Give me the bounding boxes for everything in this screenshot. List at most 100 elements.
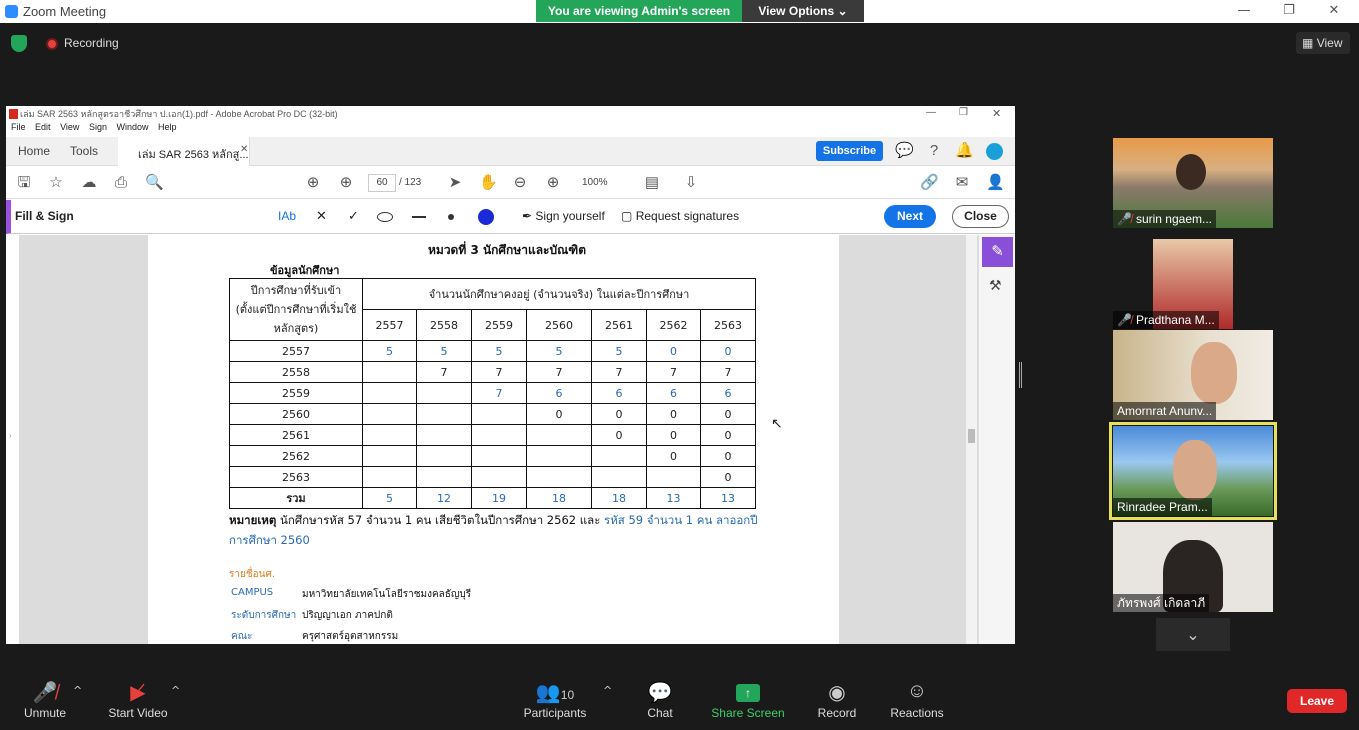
table-cell: 0 <box>646 403 701 425</box>
total-cell: 13 <box>646 487 701 509</box>
record-button[interactable]: ◉ Record <box>792 680 882 720</box>
add-text-icon[interactable]: IAb <box>278 209 296 223</box>
participant-tile[interactable]: Rinradee Pram... <box>1113 426 1273 516</box>
table-cell <box>526 445 592 467</box>
table-cell <box>416 403 472 425</box>
maximize-button[interactable]: ❐ <box>1277 2 1301 20</box>
year-header-cell: 2562 <box>646 309 701 341</box>
comment-icon[interactable]: 💬 <box>895 142 914 160</box>
ellipse-icon[interactable] <box>377 212 393 222</box>
page-down-icon[interactable]: ⊕ <box>337 174 355 192</box>
right-tool-rail: ✎ ⚒ <box>978 235 1015 644</box>
table-cell <box>362 361 417 383</box>
info-value: ครุศาสตร์อุตสาหกรรม <box>302 631 399 642</box>
view-layout-button[interactable]: ▦ View <box>1296 32 1350 54</box>
participant-tile[interactable]: 🎤̸ surin ngaem... <box>1113 138 1273 228</box>
close-fill-sign-button[interactable]: Close <box>952 205 1009 228</box>
header-left-line: หลักสูตร) <box>273 322 319 335</box>
participant-tile[interactable]: 🎤̸ Pradthana M... <box>1113 239 1273 329</box>
video-options-caret-icon[interactable]: ^ <box>171 684 180 697</box>
menu-help[interactable]: Help <box>158 122 177 132</box>
year-header-cell: 2560 <box>526 309 592 341</box>
more-tools-icon[interactable]: ⚒ <box>989 277 1002 294</box>
sign-yourself-button[interactable]: ✒ Sign yourself <box>522 209 605 223</box>
share-screen-icon: ↑ <box>703 680 793 706</box>
vertical-scrollbar[interactable] <box>966 235 977 644</box>
table-cell <box>362 424 417 446</box>
save-icon[interactable]: 🖫 <box>15 174 33 192</box>
zoom-out-icon[interactable]: ⊖ <box>511 174 529 192</box>
menu-edit[interactable]: Edit <box>35 122 51 132</box>
next-button[interactable]: Next <box>884 205 936 228</box>
participants-caret-icon[interactable]: ^ <box>603 684 612 697</box>
help-icon[interactable]: ? <box>925 142 943 160</box>
page-layout-icon[interactable]: ▤ <box>643 174 661 192</box>
request-signatures-button[interactable]: ▢ Request signatures <box>621 209 739 223</box>
bell-icon[interactable]: 🔔 <box>955 142 974 160</box>
participant-tile[interactable]: Amornrat Anunv... <box>1113 330 1273 420</box>
reactions-button[interactable]: ☺ Reactions <box>872 680 962 720</box>
star-icon[interactable]: ☆ <box>47 174 65 192</box>
page-up-icon[interactable]: ⊕ <box>304 174 322 192</box>
zoom-in-icon[interactable]: ⊕ <box>544 174 562 192</box>
scroll-down-chevron-icon[interactable]: ⌄ <box>1156 618 1230 651</box>
security-shield-icon[interactable] <box>11 35 27 52</box>
print-icon[interactable]: ⎙ <box>112 174 130 192</box>
participant-tile[interactable]: ภัทรพงศ์ เกิดลาภี <box>1113 522 1273 612</box>
menu-window[interactable]: Window <box>116 122 148 132</box>
table-cell: 7 <box>471 361 527 383</box>
sign-yourself-label: Sign yourself <box>535 209 605 223</box>
table-cell: 0 <box>646 445 701 467</box>
dot-icon[interactable] <box>448 214 454 220</box>
chapter-title: หมวดที่ 3 นักศึกษาและบัณฑิต <box>428 243 587 257</box>
scroll-thumb[interactable] <box>968 429 975 443</box>
view-options-button[interactable]: View Options ⌄ <box>742 0 864 22</box>
tab-tools[interactable]: Tools <box>70 144 98 158</box>
mail-icon[interactable]: ✉ <box>953 174 971 192</box>
color-picker-icon[interactable] <box>478 209 494 225</box>
cross-mark-icon[interactable]: ✕ <box>316 208 327 224</box>
acrobat-restore-button[interactable]: ❐ <box>959 107 968 118</box>
add-user-icon[interactable]: 👤 <box>986 174 1005 192</box>
tab-document[interactable]: เล่ม SAR 2563 หลักสู... ✕ <box>118 137 250 166</box>
zoom-level-select[interactable]: 100% <box>582 177 608 188</box>
tab-close-icon[interactable]: ✕ <box>240 144 248 155</box>
year-header-cell: 2561 <box>591 309 647 341</box>
table-cell <box>471 424 527 446</box>
share-screen-button[interactable]: ↑ Share Screen <box>703 680 793 720</box>
collapse-left-icon[interactable]: › <box>9 431 12 440</box>
upload-icon[interactable]: ☁ <box>80 174 98 192</box>
record-icon: ◉ <box>828 682 846 704</box>
check-mark-icon[interactable]: ✓ <box>348 208 359 224</box>
select-cursor-icon[interactable]: ➤ <box>446 174 464 192</box>
acrobat-close-button[interactable]: ✕ <box>992 107 1001 120</box>
scroll-mode-icon[interactable]: ⇩ <box>682 174 700 192</box>
avatar[interactable] <box>986 143 1003 160</box>
chat-button[interactable]: 💬 Chat <box>615 680 705 720</box>
document-viewport[interactable]: หมวดที่ 3 นักศึกษาและบัณฑิต ข้อมูลนักศึก… <box>19 235 979 644</box>
row-year-cell: 2559 <box>229 382 363 404</box>
close-window-button[interactable]: ✕ <box>1322 2 1346 20</box>
panel-resize-handle[interactable] <box>1019 362 1022 388</box>
link-icon[interactable]: 🔗 <box>920 174 939 192</box>
leave-button[interactable]: Leave <box>1287 689 1347 713</box>
zoom-search-icon[interactable]: 🔍 <box>145 174 164 192</box>
subscribe-button[interactable]: Subscribe <box>816 141 883 161</box>
hand-tool-icon[interactable]: ✋ <box>479 174 498 192</box>
audio-options-caret-icon[interactable]: ^ <box>73 684 82 697</box>
page-number-input[interactable]: 60 <box>368 174 396 192</box>
muted-mic-icon: 🎤̸ <box>1117 313 1132 327</box>
start-video-button[interactable]: ▶̸ Start Video <box>93 680 183 720</box>
pdf-icon <box>9 109 18 119</box>
tab-home[interactable]: Home <box>18 144 50 158</box>
fill-sign-tool-icon[interactable]: ✎ <box>982 237 1013 267</box>
minimize-button[interactable]: — <box>1232 2 1256 20</box>
menu-file[interactable]: File <box>11 122 26 132</box>
menu-view[interactable]: View <box>60 122 79 132</box>
page-total: / 123 <box>399 177 422 188</box>
participants-button[interactable]: 👥10 Participants <box>510 680 600 720</box>
menu-sign[interactable]: Sign <box>89 122 107 132</box>
acrobat-minimize-button[interactable]: — <box>926 107 936 118</box>
reactions-icon: ☺ <box>906 680 928 702</box>
line-icon[interactable] <box>412 216 426 218</box>
